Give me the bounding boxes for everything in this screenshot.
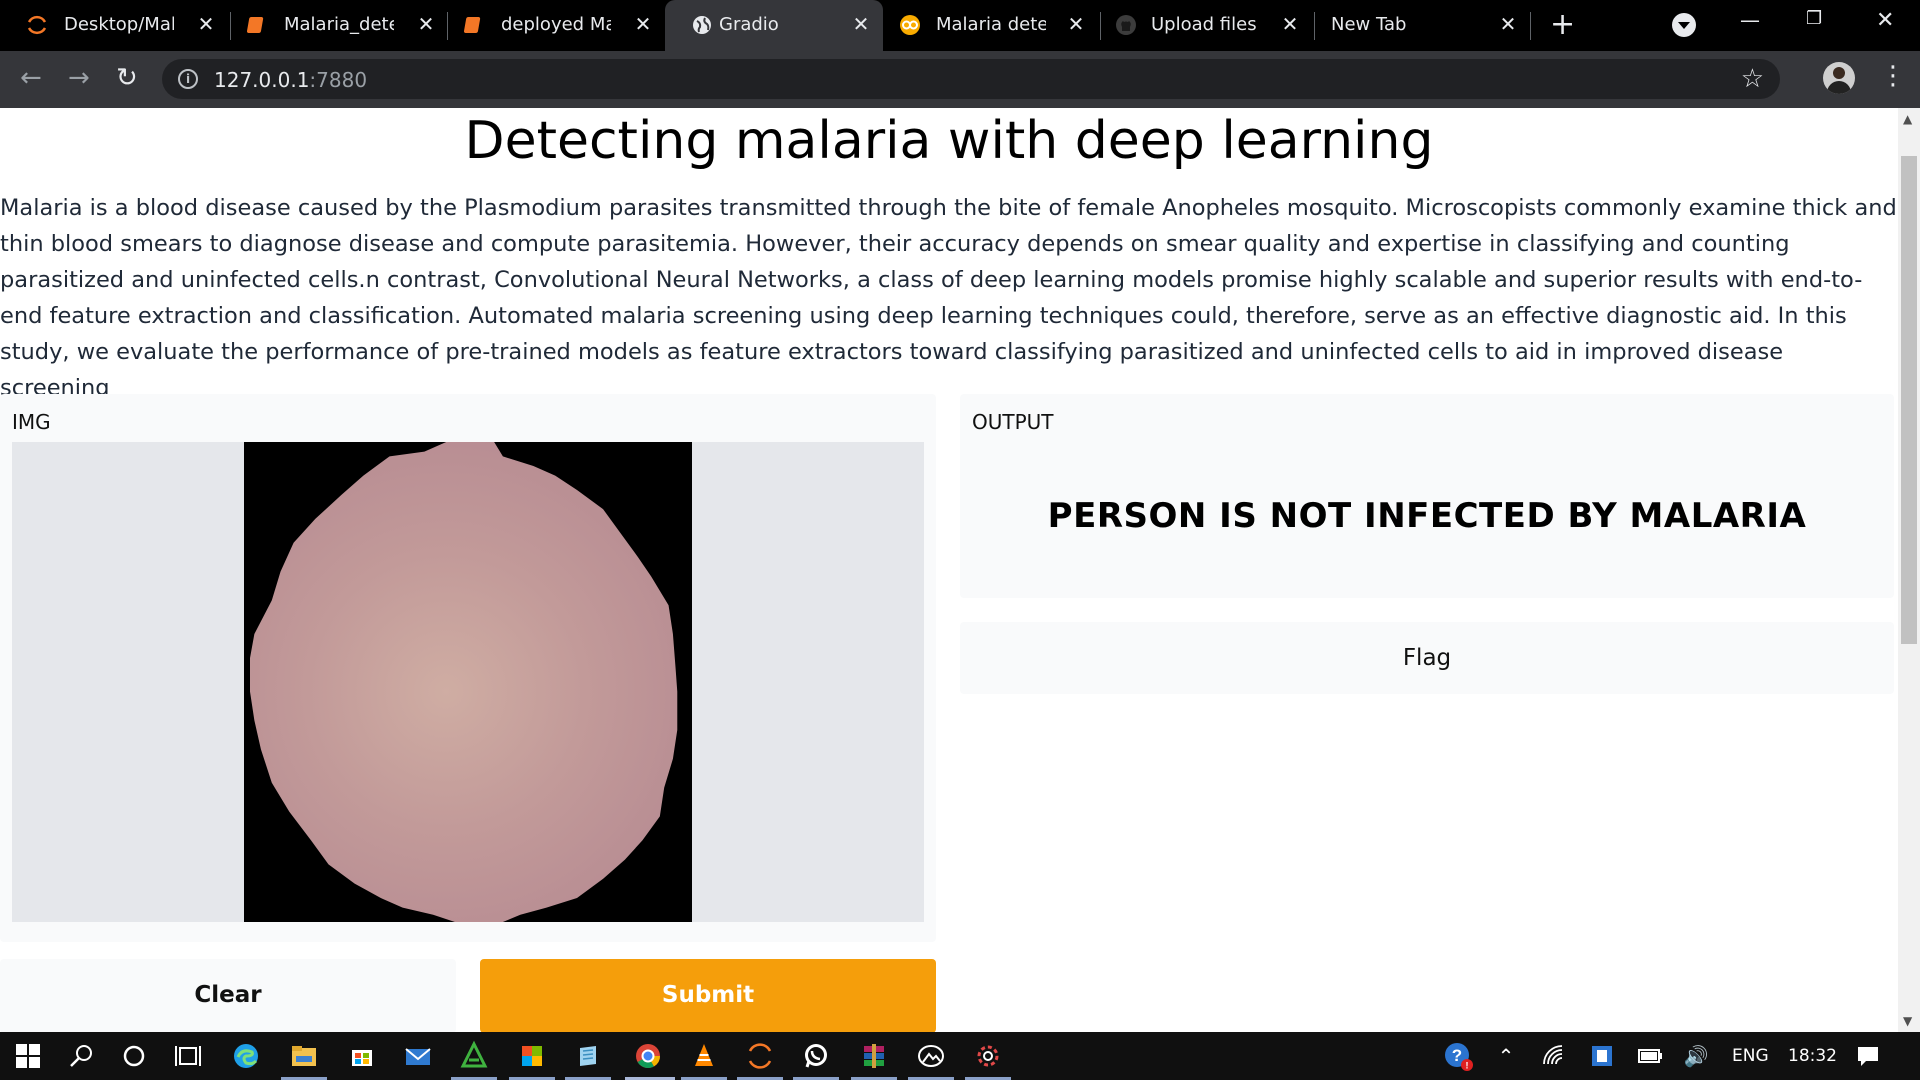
tab-colab-malaria-detection[interactable]: Malaria detection ✕ [883, 0, 1099, 51]
windows-start-icon[interactable] [12, 1040, 44, 1072]
window-close-icon[interactable]: ✕ [1876, 8, 1894, 33]
tab-title: New Tab [1331, 14, 1407, 35]
bookmark-star-icon[interactable]: ☆ [1741, 64, 1764, 94]
profile-avatar[interactable] [1823, 62, 1855, 94]
close-tab-icon[interactable]: ✕ [851, 12, 871, 36]
volume-icon[interactable]: 🔊 [1680, 1040, 1712, 1072]
prediction-text: PERSON IS NOT INFECTED BY MALARIA [1047, 496, 1807, 536]
svg-text:?: ? [1452, 1046, 1462, 1065]
tab-title: Gradio [719, 14, 779, 35]
edge-icon[interactable] [230, 1040, 262, 1072]
close-tab-icon[interactable]: ✕ [1498, 12, 1518, 36]
forward-arrow-icon[interactable]: → [68, 63, 90, 93]
tab-jupyter-desktop[interactable]: Desktop/Malaria ✕ [0, 0, 216, 51]
url-host: 127.0.0.1 [214, 68, 310, 92]
vlc-icon[interactable] [688, 1040, 720, 1072]
gradio-page: Detecting malaria with deep learning Mal… [0, 108, 1898, 1032]
reload-icon[interactable]: ↻ [116, 63, 138, 93]
office-icon[interactable] [516, 1040, 548, 1072]
tab-search-icon[interactable] [1672, 13, 1696, 37]
battery-icon[interactable] [1634, 1040, 1666, 1072]
tab-title: Desktop/Malaria [64, 14, 174, 35]
photos-icon[interactable] [915, 1040, 947, 1072]
tab-title: deployed Malaria [501, 14, 611, 35]
help-icon[interactable]: ?! [1442, 1040, 1474, 1072]
notification-icon[interactable] [1852, 1040, 1884, 1072]
image-upload-area[interactable] [12, 442, 924, 922]
chrome-icon[interactable] [632, 1040, 664, 1072]
winrar-icon[interactable] [858, 1040, 890, 1072]
mail-icon[interactable] [402, 1040, 434, 1072]
jupyter-taskbar-icon[interactable] [744, 1040, 776, 1072]
restore-icon[interactable]: ❐ [1806, 8, 1822, 29]
notebook-icon [246, 17, 264, 33]
settings-gear-icon[interactable] [972, 1040, 1004, 1072]
tab-title: Malaria detection [936, 14, 1046, 35]
defender-icon[interactable] [1586, 1040, 1618, 1072]
back-arrow-icon[interactable]: ← [20, 63, 42, 93]
search-icon[interactable] [66, 1040, 98, 1072]
notebook-icon [463, 17, 481, 33]
url-port: :7880 [309, 68, 368, 92]
tab-separator [1530, 12, 1531, 40]
site-info-icon[interactable]: i [178, 69, 198, 89]
scroll-down-arrow-icon[interactable]: ▼ [1903, 1014, 1912, 1028]
menu-kebab-icon[interactable]: ⋮ [1880, 61, 1906, 91]
whatsapp-icon[interactable] [800, 1040, 832, 1072]
tab-title: Malaria_detection [284, 14, 394, 35]
windows-taskbar: ?! ⌃ 🔊 ENG 18:32 [0, 1032, 1920, 1080]
store-icon[interactable] [346, 1040, 378, 1072]
close-tab-icon[interactable]: ✕ [1280, 12, 1300, 36]
svg-text:!: ! [1466, 1061, 1469, 1071]
url-text[interactable]: 127.0.0.1:7880 [214, 68, 367, 92]
page-scrollbar[interactable]: ▲ ▼ [1898, 108, 1920, 1032]
input-panel: IMG [0, 394, 936, 942]
minimize-icon[interactable]: — [1740, 8, 1760, 32]
globe-icon [693, 16, 711, 34]
github-icon [1116, 15, 1136, 35]
close-tab-icon[interactable]: ✕ [633, 12, 653, 36]
browser-tab-strip: Desktop/Malaria ✕ Malaria_detection ✕ de… [0, 0, 1920, 51]
scroll-up-arrow-icon[interactable]: ▲ [1903, 112, 1912, 126]
tab-gradio[interactable]: Gradio ✕ [665, 0, 883, 51]
tab-github-upload-files[interactable]: Upload files · s ✕ [1100, 0, 1316, 51]
scrollbar-thumb[interactable] [1901, 156, 1917, 644]
tab-separator [1314, 12, 1315, 40]
file-explorer-icon[interactable] [288, 1040, 320, 1072]
flag-button[interactable]: Flag [960, 622, 1894, 694]
tab-title: Upload files · s [1151, 14, 1261, 35]
language-indicator[interactable]: ENG [1732, 1046, 1769, 1066]
tab-deployed-malaria[interactable]: deployed Malaria ✕ [437, 0, 653, 51]
chevron-up-icon[interactable]: ⌃ [1490, 1040, 1522, 1072]
clear-button[interactable]: Clear [0, 959, 456, 1032]
task-view-icon[interactable] [172, 1040, 204, 1072]
output-label: OUTPUT [972, 410, 1054, 434]
blood-cell [250, 442, 678, 922]
clock[interactable]: 18:32 [1788, 1046, 1837, 1066]
notes-icon[interactable] [572, 1040, 604, 1072]
tab-new-tab[interactable]: New Tab ✕ [1316, 0, 1532, 51]
page-title: Detecting malaria with deep learning [464, 111, 1434, 171]
wifi-icon[interactable] [1538, 1040, 1570, 1072]
input-label: IMG [12, 410, 51, 434]
anaconda-icon[interactable] [458, 1040, 490, 1072]
uploaded-cell-image [244, 442, 692, 922]
cortana-icon[interactable] [118, 1040, 150, 1072]
tab-malaria-detection-notebook[interactable]: Malaria_detection ✕ [220, 0, 436, 51]
close-tab-icon[interactable]: ✕ [1066, 12, 1086, 36]
browser-toolbar: ← → ↻ i 127.0.0.1:7880 ☆ ⋮ [0, 51, 1920, 108]
output-panel: OUTPUT PERSON IS NOT INFECTED BY MALARIA [960, 394, 1894, 598]
close-tab-icon[interactable]: ✕ [416, 12, 436, 36]
page-description: Malaria is a blood disease caused by the… [0, 195, 1897, 401]
new-tab-button[interactable]: + [1550, 10, 1575, 40]
jupyter-icon [27, 15, 47, 35]
colab-icon [900, 15, 920, 35]
close-tab-icon[interactable]: ✕ [196, 12, 216, 36]
submit-button[interactable]: Submit [480, 959, 936, 1032]
address-bar[interactable]: i 127.0.0.1:7880 ☆ [162, 59, 1780, 99]
